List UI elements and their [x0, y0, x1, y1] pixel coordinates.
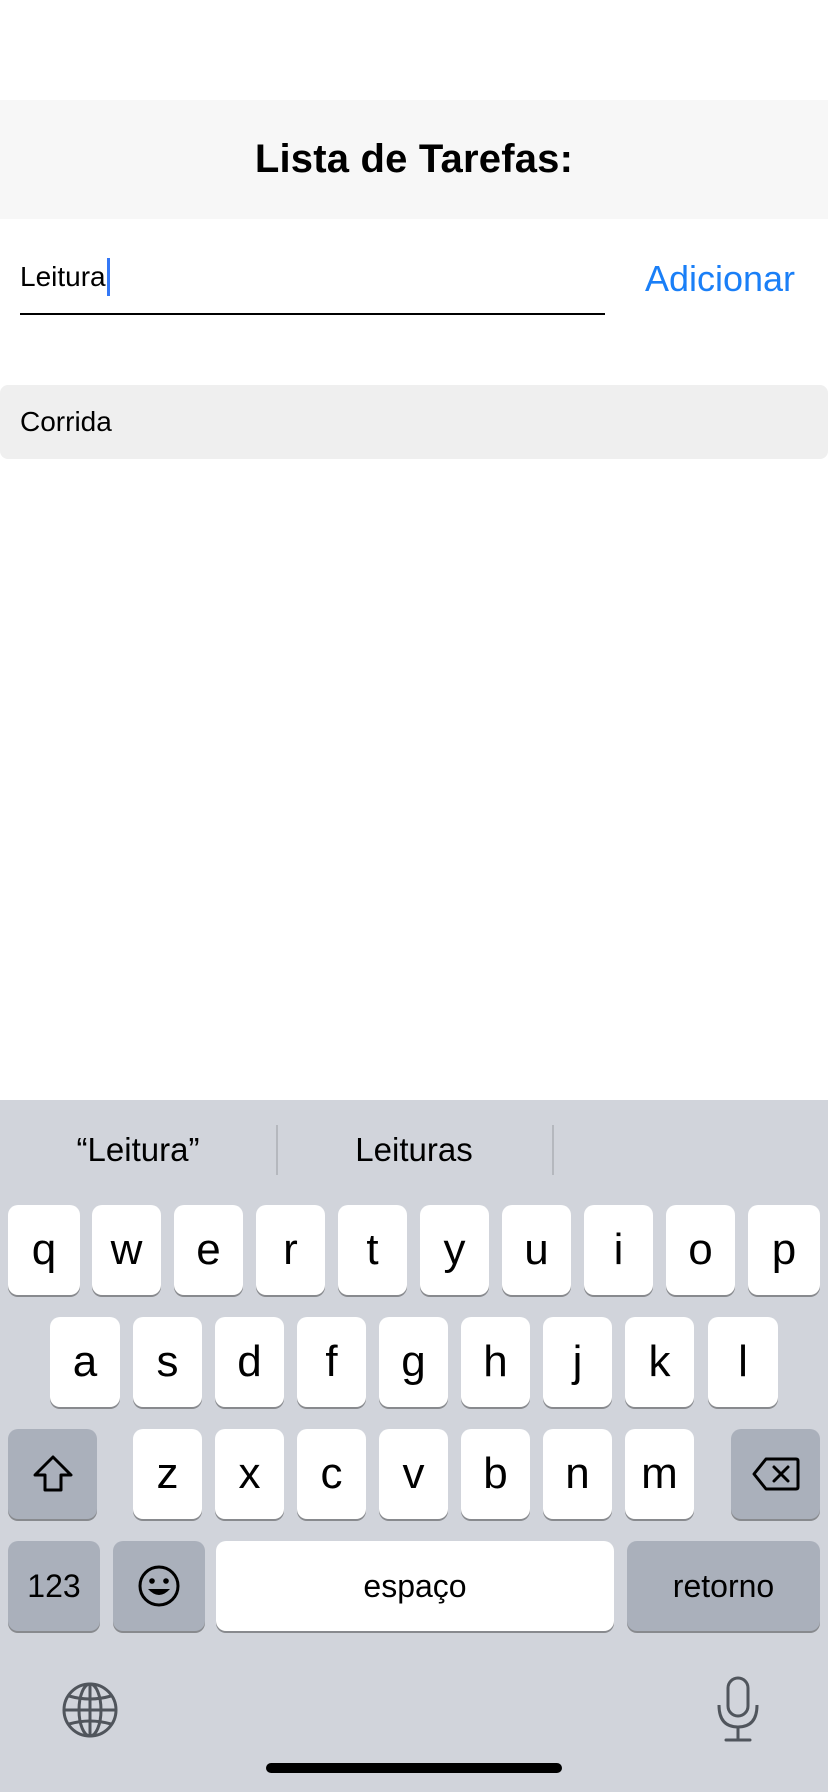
- task-input[interactable]: Leitura: [20, 249, 605, 315]
- key-a[interactable]: a: [50, 1317, 120, 1407]
- shift-key[interactable]: [8, 1429, 97, 1519]
- space-key[interactable]: espaço: [216, 1541, 614, 1631]
- input-row: Leitura Adicionar: [0, 219, 828, 329]
- task-input-value: Leitura: [20, 261, 106, 292]
- key-y[interactable]: y: [420, 1205, 489, 1295]
- key-k[interactable]: k: [625, 1317, 694, 1407]
- key-p[interactable]: p: [748, 1205, 820, 1295]
- key-q[interactable]: q: [8, 1205, 80, 1295]
- key-j[interactable]: j: [543, 1317, 612, 1407]
- numbers-key[interactable]: 123: [8, 1541, 100, 1631]
- status-bar: [0, 0, 828, 100]
- key-h[interactable]: h: [461, 1317, 530, 1407]
- key-o[interactable]: o: [666, 1205, 735, 1295]
- keyboard: “Leitura” Leituras q w e r t y u i o p a…: [0, 1100, 828, 1792]
- suggestion-item[interactable]: [552, 1100, 828, 1200]
- delete-key[interactable]: [731, 1429, 820, 1519]
- key-d[interactable]: d: [215, 1317, 284, 1407]
- key-l[interactable]: l: [708, 1317, 778, 1407]
- page-title: Lista de Tarefas:: [254, 137, 574, 181]
- key-e[interactable]: e: [174, 1205, 243, 1295]
- key-c[interactable]: c: [297, 1429, 366, 1519]
- suggestion-bar: “Leitura” Leituras: [0, 1100, 828, 1200]
- emoji-icon: [138, 1565, 180, 1607]
- key-b[interactable]: b: [461, 1429, 530, 1519]
- emoji-key[interactable]: [113, 1541, 205, 1631]
- suggestion-item[interactable]: “Leitura”: [0, 1100, 276, 1200]
- navigation-bar: Lista de Tarefas:: [0, 100, 828, 219]
- add-button[interactable]: Adicionar: [630, 249, 810, 309]
- text-cursor: [106, 258, 110, 296]
- globe-icon[interactable]: [60, 1680, 120, 1740]
- key-f[interactable]: f: [297, 1317, 366, 1407]
- suggestion-item[interactable]: Leituras: [276, 1100, 552, 1200]
- list-item[interactable]: Corrida: [0, 385, 828, 459]
- key-i[interactable]: i: [584, 1205, 653, 1295]
- return-key[interactable]: retorno: [627, 1541, 820, 1631]
- key-g[interactable]: g: [379, 1317, 448, 1407]
- shift-icon: [33, 1455, 72, 1492]
- home-indicator: [266, 1763, 562, 1773]
- key-w[interactable]: w: [92, 1205, 161, 1295]
- key-x[interactable]: x: [215, 1429, 284, 1519]
- delete-icon: [752, 1457, 799, 1491]
- key-v[interactable]: v: [379, 1429, 448, 1519]
- key-s[interactable]: s: [133, 1317, 202, 1407]
- key-t[interactable]: t: [338, 1205, 407, 1295]
- key-u[interactable]: u: [502, 1205, 571, 1295]
- key-n[interactable]: n: [543, 1429, 612, 1519]
- key-m[interactable]: m: [625, 1429, 694, 1519]
- key-z[interactable]: z: [133, 1429, 202, 1519]
- task-list: Corrida: [0, 385, 828, 459]
- microphone-icon[interactable]: [710, 1675, 766, 1745]
- key-r[interactable]: r: [256, 1205, 325, 1295]
